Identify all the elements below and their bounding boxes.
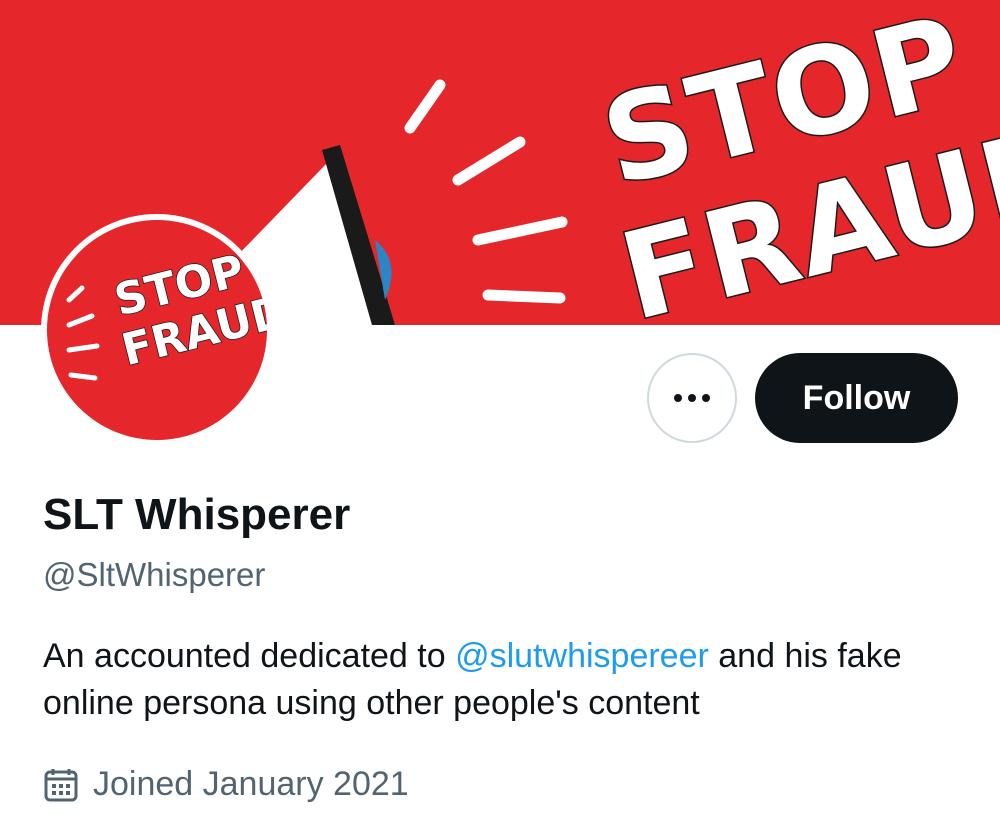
- follow-button[interactable]: Follow: [755, 353, 958, 443]
- user-handle: @SltWhisperer: [43, 556, 266, 593]
- avatar-graphic: STOP FRAUD: [66, 244, 267, 381]
- joined-date: Joined January 2021: [43, 765, 409, 804]
- display-name: SLT Whisperer: [43, 490, 351, 539]
- calendar-icon: [43, 767, 79, 803]
- bio-mention-link[interactable]: @slutwhispereer: [455, 637, 709, 675]
- ellipsis-icon: [674, 394, 710, 402]
- profile-avatar[interactable]: STOP FRAUD: [41, 214, 273, 446]
- bio-text-start: An accounted dedicated to: [43, 637, 456, 675]
- profile-bio: An accounted dedicated to @slutwhisperee…: [43, 633, 963, 727]
- follow-button-label: Follow: [802, 378, 911, 417]
- more-options-button[interactable]: [647, 353, 737, 443]
- joined-date-text: Joined January 2021: [93, 765, 409, 803]
